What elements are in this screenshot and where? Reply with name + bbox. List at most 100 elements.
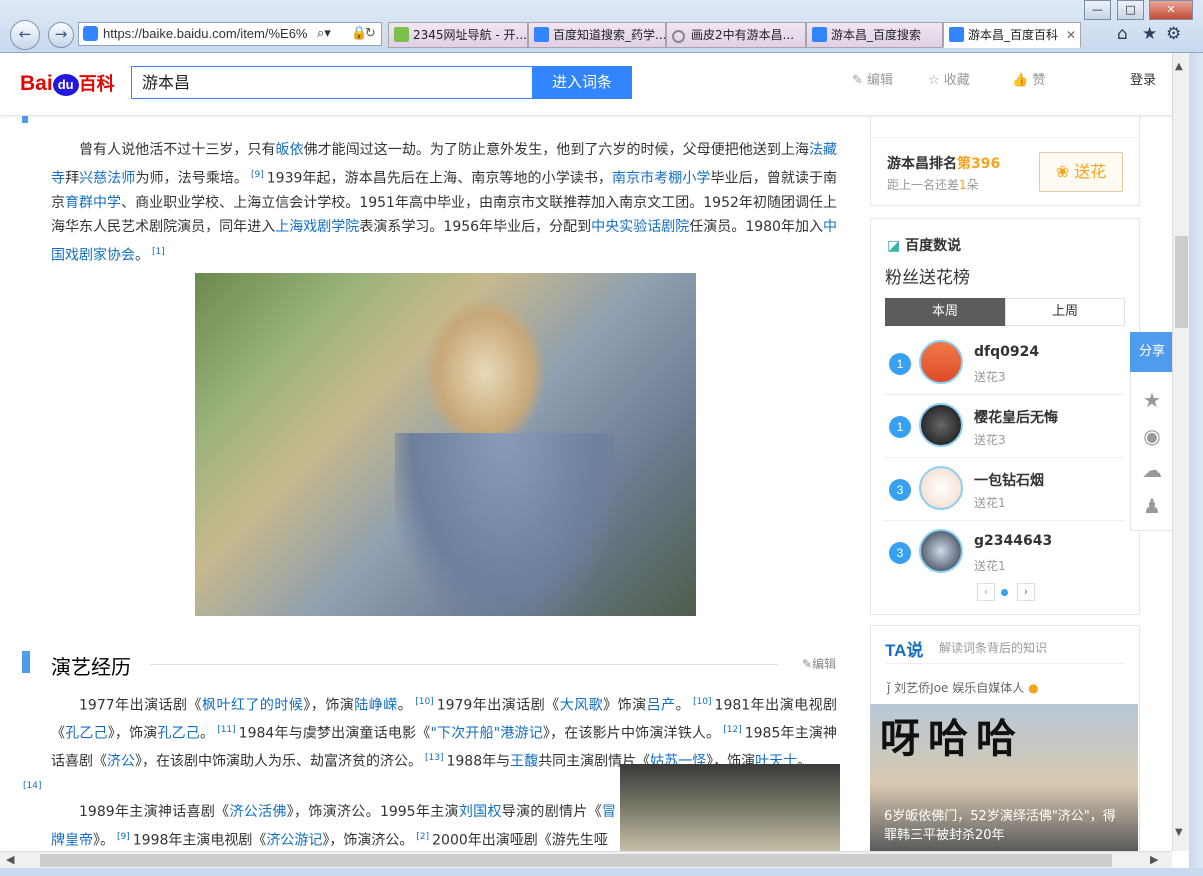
link-yuqun[interactable]: 育群中学 — [65, 195, 121, 211]
link-person[interactable]: 刘国权 — [459, 804, 502, 820]
fan-row[interactable]: 3 g2344643 送花1 — [884, 521, 1124, 583]
link-work[interactable]: 枫叶红了的时候 — [202, 698, 303, 714]
link-shangxi[interactable]: 上海戏剧学院 — [275, 219, 359, 235]
favorite-link[interactable]: ☆ 收藏 — [928, 69, 970, 88]
link-work[interactable]: 济公 — [107, 754, 135, 770]
fan-avatar — [919, 340, 963, 384]
close-tab-icon[interactable]: ✕ — [1066, 23, 1076, 47]
prev-page-button[interactable]: ‹ — [977, 583, 995, 601]
rank-box: 游本昌排名第396 距上一名还差1朵 ❀ 送花 — [870, 115, 1140, 206]
ref[interactable]: [12] — [723, 725, 741, 735]
fan-row[interactable]: 1 樱花皇后无悔 送花3 — [884, 395, 1124, 458]
close-window-button[interactable]: ✕ — [1149, 0, 1193, 20]
fan-name: g2344643 — [974, 533, 1053, 549]
link-work[interactable]: 济公活佛 — [229, 804, 286, 820]
ta-video-thumbnail[interactable]: 呀哈哈 6岁皈依佛门，52岁演绎活佛"济公"，得罪韩三平被封杀20年 — [870, 704, 1138, 851]
favorites-star-icon[interactable]: ★ — [1142, 24, 1157, 44]
forward-button[interactable]: → — [48, 22, 74, 48]
tab-this-week[interactable]: 本周 — [885, 298, 1005, 326]
weibo-icon[interactable]: ◉ — [1130, 418, 1174, 454]
link-guiyi[interactable]: 皈依 — [276, 142, 304, 158]
person-icon: ǰ — [887, 681, 891, 695]
like-link[interactable]: 👍 赞 — [1012, 69, 1045, 88]
fan-avatar — [919, 403, 963, 447]
jigong-photo[interactable] — [195, 273, 696, 616]
maximize-button[interactable]: □ — [1117, 0, 1144, 20]
ref-9[interactable]: [9] — [251, 170, 264, 180]
link-kaopeng[interactable]: 南京市考棚小学 — [612, 170, 711, 186]
early-life-paragraph: 曾有人说他活不过十三岁，只有皈依佛才能闯过这一劫。为了防止意外发生，他到了六岁的… — [51, 142, 838, 264]
ref[interactable]: [2] — [416, 832, 429, 842]
ref[interactable]: [10] — [415, 697, 433, 707]
send-flower-button[interactable]: ❀ 送花 — [1039, 152, 1123, 192]
tab-zhidao[interactable]: 百度知道搜索_药学... — [528, 22, 666, 48]
scroll-right-icon[interactable]: ▶ — [1150, 853, 1158, 866]
scroll-down-icon[interactable]: ▼ — [1175, 827, 1183, 838]
ref[interactable]: [13] — [425, 753, 443, 763]
pencil-icon: ✎ — [852, 73, 863, 88]
thumbs-up-icon: 👍 — [1012, 73, 1029, 88]
home-icon[interactable]: ⌂ — [1117, 24, 1128, 44]
scroll-left-icon[interactable]: ◀ — [6, 853, 14, 866]
link-role[interactable]: 孔乙己 — [157, 726, 200, 742]
edit-link[interactable]: ✎ 编辑 — [852, 69, 893, 88]
ta-divider — [885, 663, 1125, 664]
qzone-star-icon[interactable]: ★ — [1130, 382, 1174, 418]
fan-avatar — [919, 529, 963, 573]
section-divider — [150, 664, 778, 665]
link-work[interactable]: 济公游记 — [266, 832, 322, 848]
share-button[interactable]: 分享 — [1130, 332, 1174, 372]
link-work[interactable]: "下次开船"港游记 — [430, 726, 542, 742]
fan-name: 樱花皇后无悔 — [974, 410, 1058, 426]
ref[interactable]: [11] — [217, 725, 235, 735]
login-link[interactable]: 登录 — [1130, 69, 1156, 88]
search-dropdown-icon[interactable]: ⌕▾ — [317, 23, 331, 45]
link-person[interactable]: 王馥 — [510, 754, 538, 770]
next-page-button[interactable]: › — [1017, 583, 1035, 601]
page-dot[interactable] — [1001, 589, 1008, 596]
ref[interactable]: [14] — [23, 781, 41, 791]
window-frame-right — [1189, 53, 1203, 876]
link-work[interactable]: 大风歌 — [560, 698, 603, 714]
baike-logo[interactable]: Bai du 百科 — [20, 70, 115, 96]
ta-author[interactable]: ǰ 刘艺侨Joe 娱乐自媒体人 ● — [887, 679, 1039, 696]
fan-rank-badge: 1 — [889, 416, 911, 438]
horizontal-scrollbar[interactable]: ◀ ▶ — [0, 851, 1172, 869]
refresh-icon[interactable]: ↻ — [365, 23, 376, 45]
vertical-scrollbar[interactable]: ▲ ▼ — [1172, 53, 1190, 851]
tab-last-week[interactable]: 上周 — [1005, 298, 1125, 326]
settings-gear-icon[interactable]: ⚙ — [1166, 24, 1181, 44]
tab-search[interactable]: 游本昌_百度搜索 — [806, 22, 943, 48]
fan-row[interactable]: 3 一包钻石烟 送花1 — [884, 458, 1124, 521]
scroll-up-icon[interactable]: ▲ — [1175, 61, 1183, 72]
link-xingci[interactable]: 兴慈法师 — [79, 170, 135, 186]
tab-2345[interactable]: 2345网址导航 - 开... — [388, 22, 528, 48]
hscroll-thumb[interactable] — [40, 854, 1112, 867]
link-role[interactable]: 吕产 — [647, 698, 676, 714]
scroll-thumb[interactable] — [1175, 236, 1188, 328]
ref[interactable]: [9] — [117, 832, 130, 842]
like-label: 赞 — [1032, 73, 1046, 88]
fan-name: dfq0924 — [974, 344, 1040, 360]
search-input[interactable]: 游本昌 — [131, 66, 532, 99]
fan-rank-badge: 3 — [889, 542, 911, 564]
ref[interactable]: [10] — [693, 697, 711, 707]
qq-penguin-icon[interactable]: ♟ — [1130, 488, 1174, 524]
tab-huapi[interactable]: 画皮2中有游本昌... — [666, 22, 806, 48]
wechat-icon[interactable]: ☁ — [1130, 452, 1174, 488]
pencil-icon: ✎ — [802, 657, 813, 671]
back-button[interactable]: ← — [10, 20, 40, 50]
fan-row[interactable]: 1 dfq0924 送花3 — [884, 332, 1124, 395]
tab-baike-active[interactable]: 游本昌_百度百科 ✕ — [943, 22, 1081, 48]
link-zhongyang[interactable]: 中央实验话剧院 — [591, 219, 689, 235]
address-bar[interactable]: https://baike.baidu.com/item/%E6% ⌕▾ 🔒 ↻ — [78, 22, 382, 46]
ref-1[interactable]: [1] — [152, 247, 165, 257]
link-work[interactable]: 孔乙己 — [65, 726, 108, 742]
section-edit-link[interactable]: ✎编辑 — [802, 655, 836, 672]
enter-entry-button[interactable]: 进入词条 — [532, 66, 632, 99]
minimize-button[interactable]: — — [1084, 0, 1111, 20]
video-title-text: 呀哈哈 — [880, 716, 1024, 762]
link-role[interactable]: 陆峥嵘 — [354, 698, 397, 714]
fan-flowers: 送花1 — [974, 496, 1006, 510]
jigong-thumbnail[interactable] — [620, 764, 840, 852]
